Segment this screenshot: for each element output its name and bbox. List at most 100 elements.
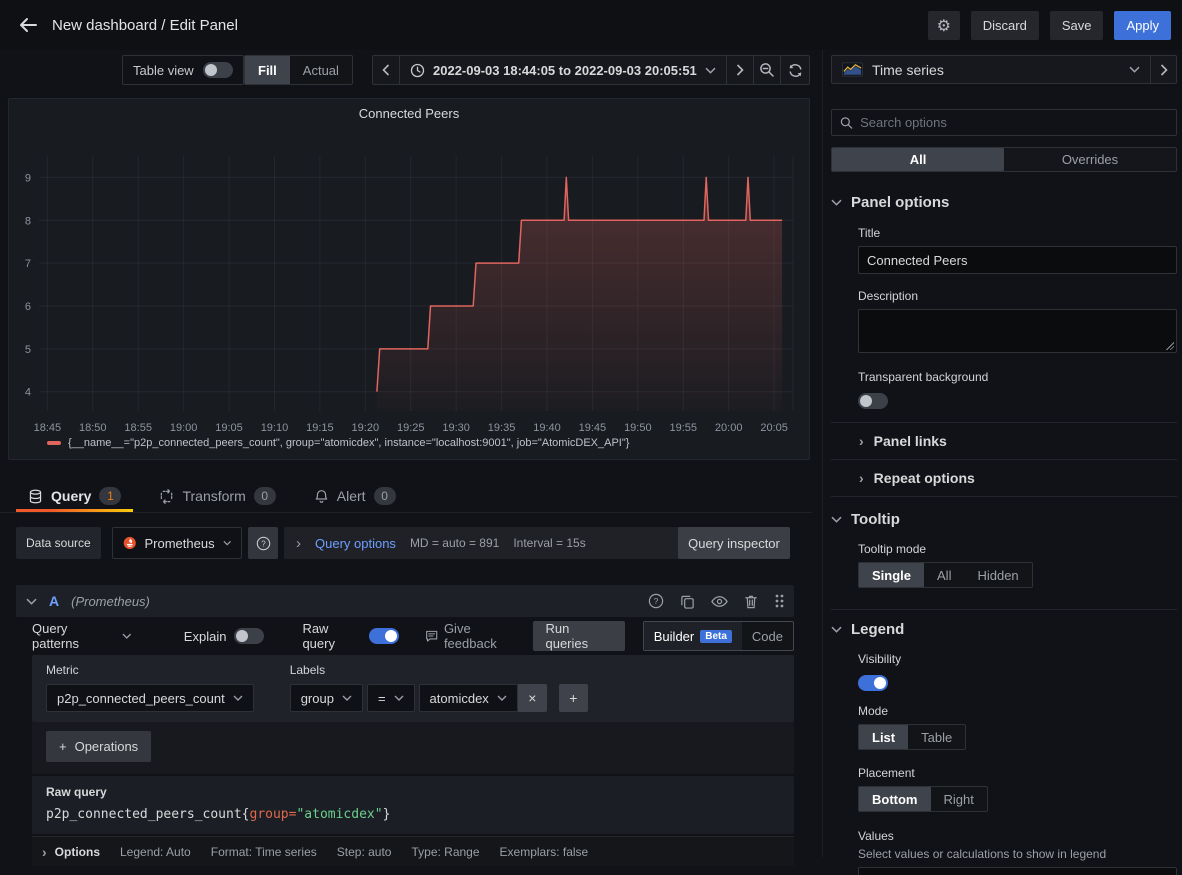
query-help-icon[interactable]: ? (648, 593, 664, 609)
add-operations-button[interactable]: + Operations (46, 731, 151, 762)
legend-bottom-option[interactable]: Bottom (859, 787, 931, 811)
panel-links-section[interactable]: › Panel links (831, 422, 1177, 459)
zoom-out-icon (759, 62, 775, 78)
label-value-select[interactable]: atomicdex (419, 684, 518, 712)
time-zoom-out-button[interactable] (753, 56, 781, 84)
remove-label-filter-button[interactable]: × (518, 684, 547, 712)
chevron-down-icon (342, 695, 352, 701)
tab-alert[interactable]: Alert 0 (302, 480, 408, 512)
query-row-actions: ? (648, 593, 784, 609)
explain-toggle[interactable] (234, 628, 264, 644)
tab-transform[interactable]: Transform 0 (147, 480, 287, 512)
code-brace-open: { (242, 807, 250, 822)
panel-title-input[interactable] (858, 246, 1177, 274)
give-feedback-label: Give feedback (444, 621, 524, 651)
option-step: Step: auto (337, 845, 392, 859)
time-shift-back-button[interactable] (373, 56, 399, 84)
chevron-right-icon: › (42, 844, 47, 860)
legend-table-option[interactable]: Table (908, 725, 965, 749)
hide-query-icon[interactable] (711, 594, 728, 609)
duplicate-query-icon[interactable] (680, 594, 695, 609)
actual-option[interactable]: Actual (290, 56, 352, 84)
datasource-label: Data source (16, 527, 101, 559)
tab-overrides[interactable]: Overrides (1004, 148, 1176, 171)
tooltip-header[interactable]: Tooltip (831, 511, 1177, 528)
label-value-value: atomicdex (430, 691, 489, 706)
legend-header[interactable]: Legend (831, 621, 1177, 638)
delete-query-icon[interactable] (744, 594, 758, 609)
fill-option[interactable]: Fill (245, 56, 290, 84)
table-view-toggle[interactable] (203, 62, 233, 78)
legend-values-input[interactable] (858, 867, 1177, 875)
chevron-left-icon (382, 64, 390, 76)
tooltip-title: Tooltip (851, 511, 900, 528)
datasource-row: Data source Prometheus ? › Query options… (16, 527, 794, 559)
repeat-options-section[interactable]: › Repeat options (831, 459, 1177, 496)
datasource-name: Prometheus (144, 536, 214, 551)
legend-right-option[interactable]: Right (931, 787, 987, 811)
visualization-picker[interactable]: Time series (831, 55, 1151, 84)
back-button[interactable] (8, 5, 48, 45)
legend-visibility-toggle[interactable] (858, 675, 888, 691)
tab-all[interactable]: All (832, 148, 1004, 171)
label-operator-value: = (378, 691, 386, 706)
builder-label: Builder (654, 629, 694, 644)
tooltip-all-option[interactable]: All (924, 563, 964, 587)
metric-select[interactable]: p2p_connected_peers_count (46, 684, 254, 712)
options-sidebar: Time series All Overrides Panel options … (822, 50, 1182, 857)
table-view-label: Table view (133, 63, 194, 78)
apply-button[interactable]: Apply (1114, 11, 1171, 40)
tab-query[interactable]: Query 1 (16, 480, 133, 512)
chart-legend-item[interactable]: {__name__="p2p_connected_peers_count", g… (47, 437, 629, 449)
query-ref-id[interactable]: A (49, 593, 59, 609)
transparent-background-toggle[interactable] (858, 393, 888, 409)
chevron-right-icon: › (296, 535, 301, 552)
query-count-badge: 1 (99, 487, 121, 505)
tooltip-single-option[interactable]: Single (859, 563, 924, 587)
query-patterns-dropdown[interactable]: Query patterns (32, 621, 146, 651)
search-options-input[interactable] (860, 115, 1168, 130)
tooltip-hidden-option[interactable]: Hidden (964, 563, 1031, 587)
svg-text:20:05: 20:05 (760, 422, 788, 434)
label-name-select[interactable]: group (290, 684, 363, 712)
time-range-button[interactable]: 2022-09-03 18:44:05 to 2022-09-03 20:05:… (399, 56, 727, 84)
metric-label: Metric (46, 663, 254, 677)
discard-button[interactable]: Discard (971, 11, 1039, 40)
drag-handle-icon[interactable] (774, 593, 784, 609)
panel-options-header[interactable]: Panel options (831, 194, 1177, 211)
datasource-picker[interactable]: Prometheus (112, 527, 242, 559)
options-label: Options (55, 845, 100, 859)
panel-settings-button[interactable]: ⚙ (928, 11, 960, 40)
query-row-header[interactable]: A (Prometheus) ? (16, 585, 794, 617)
options-collapse[interactable]: › Options (42, 844, 100, 860)
code-string-value: "atomicdex" (296, 807, 382, 822)
series-name: {__name__="p2p_connected_peers_count", g… (68, 437, 629, 449)
chevron-down-icon (831, 516, 842, 523)
builder-option[interactable]: Builder Beta (644, 622, 742, 650)
code-option[interactable]: Code (742, 622, 793, 650)
run-queries-button[interactable]: Run queries (533, 621, 624, 651)
save-button[interactable]: Save (1050, 11, 1104, 40)
raw-query-toggle[interactable] (369, 628, 399, 644)
legend-list-option[interactable]: List (859, 725, 908, 749)
give-feedback-link[interactable]: Give feedback (425, 621, 524, 651)
query-editor-toolbar: Query patterns Explain Raw query Give fe… (16, 617, 794, 655)
time-shift-forward-button[interactable] (727, 56, 753, 84)
label-operator-select[interactable]: = (367, 684, 415, 712)
svg-text:19:30: 19:30 (442, 422, 470, 434)
refresh-button[interactable] (780, 55, 810, 85)
resize-handle-icon[interactable] (1165, 341, 1174, 350)
labels-label: Labels (290, 663, 588, 677)
time-series-chart[interactable]: 45678918:4518:5018:5519:0019:0519:1019:1… (9, 99, 809, 435)
query-options-bar[interactable]: › Query options MD = auto = 891 Interval… (284, 527, 684, 559)
chevron-right-icon: › (859, 433, 864, 449)
svg-text:20:00: 20:00 (715, 422, 743, 434)
options-search[interactable] (831, 109, 1177, 136)
datasource-help-button[interactable]: ? (248, 527, 278, 559)
help-circle-icon: ? (256, 536, 271, 551)
add-label-filter-button[interactable]: + (559, 684, 588, 712)
legend-body: Visibility Mode List Table Placement Bot… (831, 652, 1177, 875)
panel-description-input[interactable] (858, 309, 1177, 353)
viz-suggestions-button[interactable] (1151, 55, 1177, 84)
query-inspector-button[interactable]: Query inspector (678, 527, 790, 559)
